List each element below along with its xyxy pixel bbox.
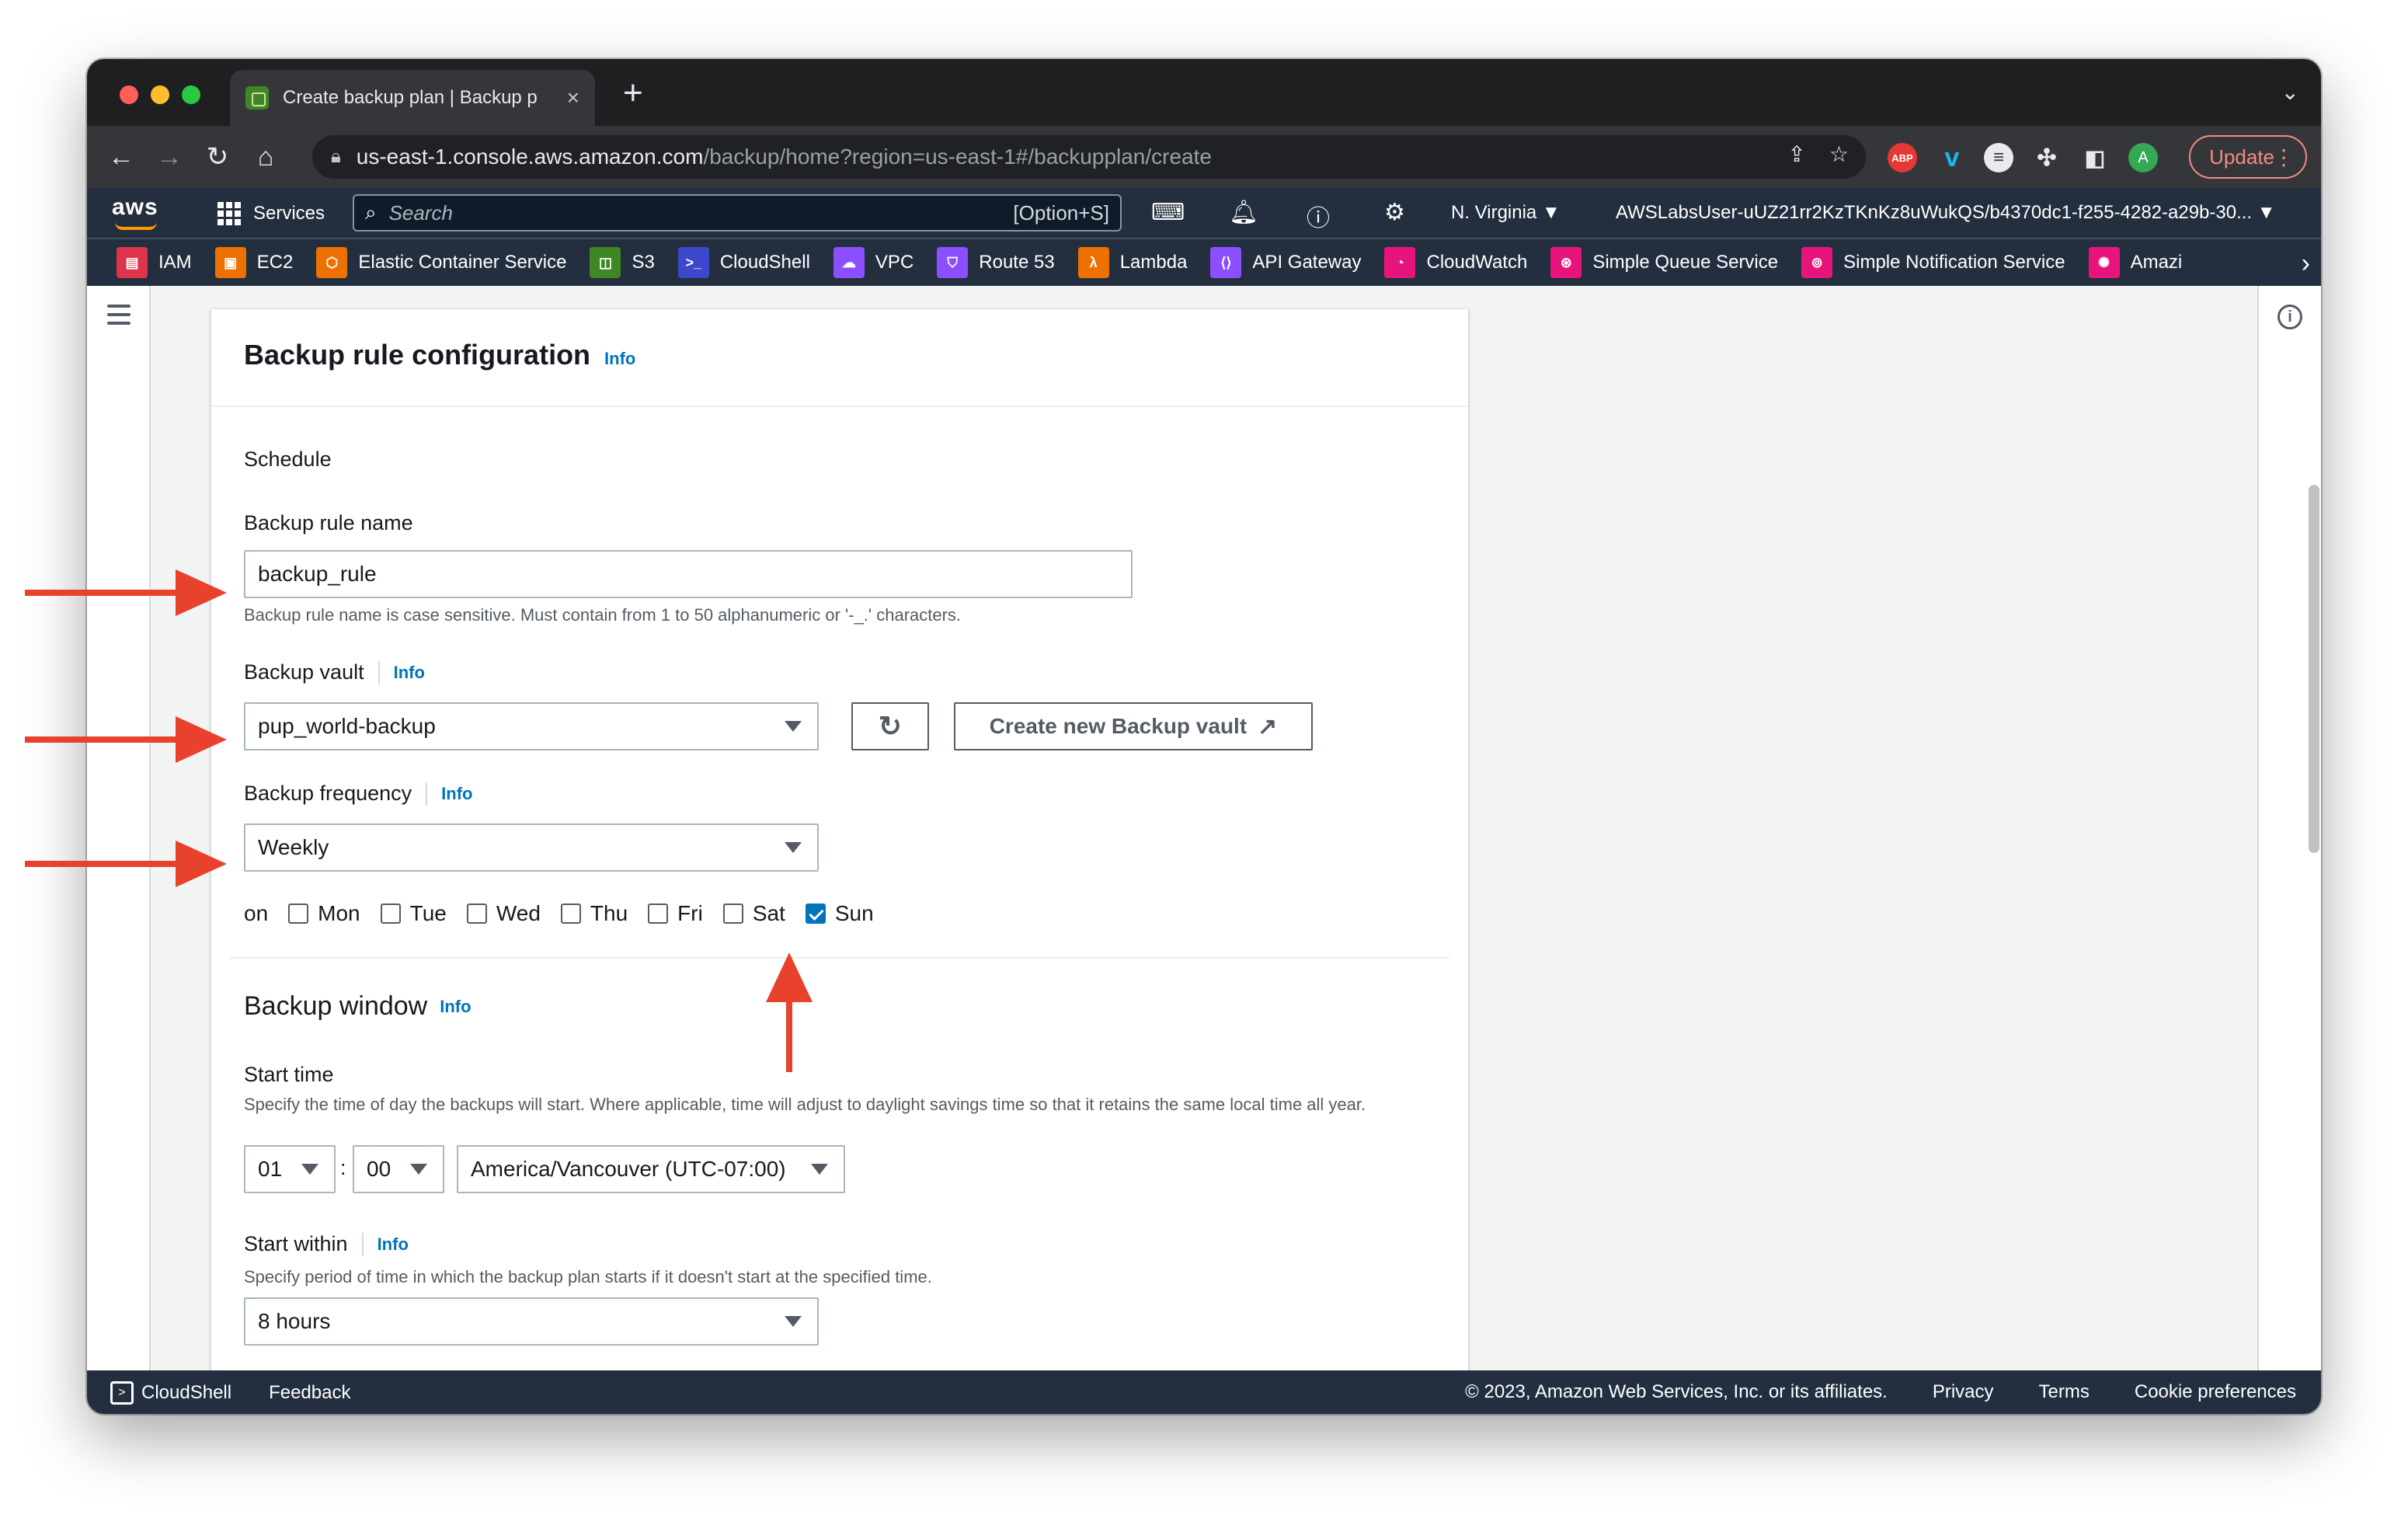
annotation-arrows (25, 569, 813, 1072)
arrow-rule-name-icon (25, 569, 227, 616)
arrow-vault-icon (25, 716, 227, 763)
arrow-frequency-icon (25, 841, 227, 887)
arrow-sunday-icon (766, 952, 813, 1072)
